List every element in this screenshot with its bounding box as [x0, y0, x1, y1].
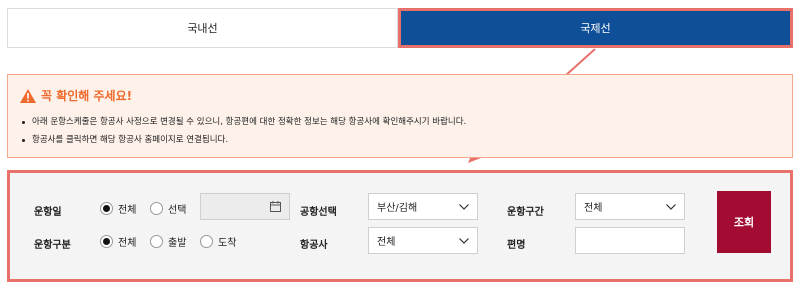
airline-select[interactable]: 전체	[368, 227, 478, 254]
radio-type-all[interactable]: 전체	[100, 234, 136, 249]
airport-select[interactable]: 부산/김해	[368, 193, 478, 220]
radio-date-all[interactable]: 전체	[100, 201, 136, 216]
tab-domestic[interactable]: 국내선	[7, 8, 398, 48]
operation-type-label: 운항구분	[34, 240, 71, 251]
radio-type-departure[interactable]: 출발	[150, 234, 186, 249]
notice-item: 항공사를 클릭하면 해당 항공사 홈페이지로 연결됩니다.	[22, 131, 466, 149]
airline-label: 항공사	[300, 240, 328, 251]
chevron-down-icon	[459, 237, 469, 244]
radio-checked-icon	[100, 202, 113, 215]
chevron-down-icon	[459, 203, 469, 210]
calendar-icon	[270, 201, 281, 212]
radio-type-arrival[interactable]: 도착	[200, 234, 236, 249]
route-label: 운항구간	[507, 207, 544, 218]
radio-unchecked-icon	[150, 235, 163, 248]
search-panel: 운항일 전체 선택 공항선택 부산/김해 운항구간 전체 운항구분 전체 출발	[7, 170, 793, 282]
bullet-icon	[22, 138, 25, 142]
radio-checked-icon	[100, 235, 113, 248]
notice-item: 아래 운항스케줄은 항공사 사정으로 변경될 수 있으니, 항공편에 대한 정확…	[22, 113, 466, 131]
bullet-icon	[22, 120, 25, 124]
tab-international[interactable]: 국제선	[398, 8, 793, 48]
radio-unchecked-icon	[150, 202, 163, 215]
airport-label: 공항선택	[300, 207, 337, 218]
radio-unchecked-icon	[200, 235, 213, 248]
flight-number-input[interactable]	[575, 227, 685, 254]
search-button[interactable]: 조회	[717, 191, 771, 253]
date-input[interactable]	[200, 193, 290, 220]
chevron-down-icon	[666, 203, 676, 210]
notice-title-text: 꼭 확인해 주세요!	[41, 89, 133, 103]
radio-date-select[interactable]: 선택	[150, 201, 186, 216]
warning-icon	[20, 88, 36, 103]
flight-number-label: 편명	[507, 240, 526, 251]
operation-date-label: 운항일	[34, 207, 62, 218]
notice-title: 꼭 확인해 주세요!	[20, 87, 132, 104]
tab-bar: 국내선 국제선	[7, 8, 793, 48]
route-select[interactable]: 전체	[575, 193, 685, 220]
notice-box: 꼭 확인해 주세요! 아래 운항스케줄은 항공사 사정으로 변경될 수 있으니,…	[7, 74, 793, 158]
notice-list: 아래 운항스케줄은 항공사 사정으로 변경될 수 있으니, 항공편에 대한 정확…	[22, 113, 466, 149]
